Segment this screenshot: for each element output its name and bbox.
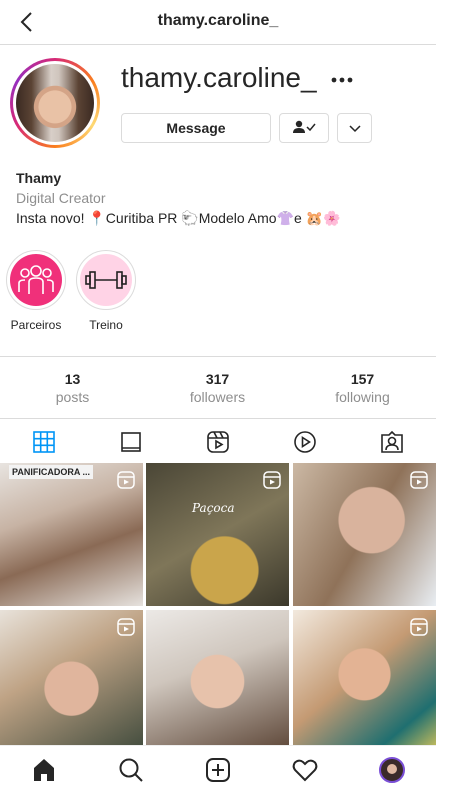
tagged-icon [381, 430, 403, 453]
profile-tabs [0, 420, 436, 462]
stat-followers[interactable]: 317 followers [145, 370, 290, 406]
profile-stats: 13 posts 317 followers 157 following [0, 356, 436, 419]
post-text-overlay: PANIFICADORA ... [9, 465, 93, 479]
page-title: thamy.caroline_ [157, 12, 279, 29]
stat-label: followers [189, 389, 246, 405]
activity-icon[interactable] [291, 756, 319, 784]
stat-label: posts [55, 389, 90, 405]
highlight-label: Treino [89, 318, 123, 332]
bottom-navigation [0, 745, 436, 791]
reel-icon [117, 618, 135, 636]
post-thumbnail[interactable] [293, 463, 436, 606]
post-thumbnail[interactable] [293, 610, 436, 753]
people-icon [10, 254, 62, 306]
reel-icon [117, 471, 135, 489]
home-icon[interactable] [30, 756, 58, 784]
dumbbell-icon [80, 254, 132, 306]
reel-icon [410, 618, 428, 636]
avatar[interactable] [10, 58, 100, 148]
stat-posts[interactable]: 13 posts [0, 370, 145, 406]
message-button[interactable]: Message [121, 113, 271, 143]
video-icon [294, 431, 316, 453]
igtv-icon [121, 432, 141, 452]
grid-icon [33, 431, 55, 453]
reels-icon [207, 431, 229, 453]
post-caption: Paçoca [192, 501, 235, 515]
person-check-icon [293, 120, 316, 133]
post-thumbnail[interactable]: Paçoca [146, 463, 289, 606]
reel-icon [263, 471, 281, 489]
post-thumbnail[interactable] [0, 610, 143, 753]
profile-username: thamy.caroline_ [121, 62, 317, 93]
stat-value: 157 [350, 371, 375, 387]
scrollbar[interactable] [437, 0, 450, 791]
tab-reels[interactable] [174, 420, 261, 462]
tab-igtv[interactable] [87, 420, 174, 462]
profile-icon[interactable] [378, 756, 406, 784]
chevron-down-icon [348, 125, 361, 133]
highlight-parceiros[interactable]: Parceiros [6, 250, 66, 332]
profile-photo [16, 64, 94, 142]
top-bar: thamy.caroline_ [0, 0, 436, 45]
tab-tagged[interactable] [348, 420, 435, 462]
bio-text: Insta novo! 📍Curitiba PR 🐑Modelo Amo👚e 🐹… [16, 210, 341, 226]
reel-icon [410, 471, 428, 489]
highlight-treino[interactable]: Treino [76, 250, 136, 332]
more-options-icon[interactable] [328, 68, 356, 92]
profile-bio: Thamy Digital Creator Insta novo! 📍Curit… [16, 168, 341, 228]
post-thumbnail[interactable]: PANIFICADORA ... [0, 463, 143, 606]
tab-videos[interactable] [261, 420, 348, 462]
stat-value: 317 [205, 371, 230, 387]
tab-grid[interactable] [0, 420, 87, 462]
search-icon[interactable] [117, 756, 145, 784]
new-post-icon[interactable] [204, 756, 232, 784]
highlight-label: Parceiros [10, 318, 62, 332]
post-thumbnail[interactable] [146, 610, 289, 753]
suggestions-dropdown-button[interactable] [337, 113, 372, 143]
bio-name: Thamy [16, 170, 62, 186]
stat-label: following [335, 389, 390, 405]
bio-category: Digital Creator [16, 190, 106, 206]
following-button[interactable] [279, 113, 329, 143]
stat-value: 13 [64, 371, 81, 387]
stat-following[interactable]: 157 following [290, 370, 435, 406]
